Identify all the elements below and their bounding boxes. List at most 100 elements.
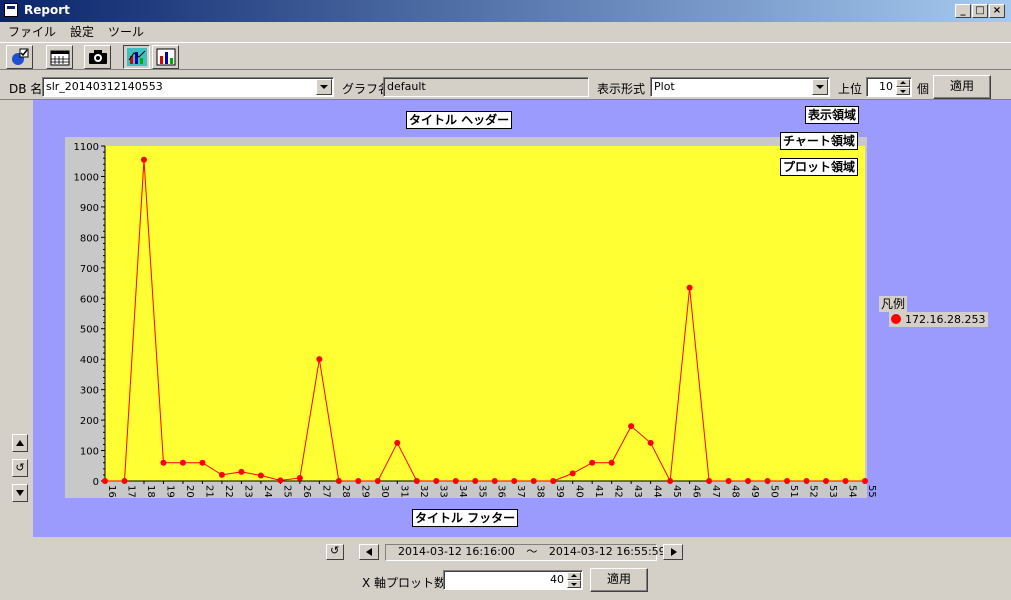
data-point <box>160 459 167 466</box>
spin-down-icon[interactable] <box>567 580 581 588</box>
data-point <box>277 477 284 484</box>
x-tick-label: 47 <box>710 485 721 498</box>
y-tick-label: 400 <box>80 355 99 366</box>
x-plot-count-value: 40 <box>550 573 564 586</box>
x-tick-label: 28 <box>340 485 351 498</box>
x-tick-label: 24 <box>262 485 273 498</box>
plot-background <box>105 146 865 481</box>
x-tick-label: 52 <box>808 485 819 498</box>
x-tick-label: 35 <box>476 485 487 498</box>
data-point <box>257 472 264 479</box>
data-point <box>706 478 713 484</box>
x-tick-label: 55 <box>866 485 877 498</box>
x-tick-label: 42 <box>613 485 624 498</box>
x-tick-label: 49 <box>749 485 760 498</box>
undo-icon: ↺ <box>15 461 25 474</box>
legend-title: 凡例 <box>879 296 908 312</box>
data-point <box>413 478 420 484</box>
data-point <box>745 478 752 484</box>
x-tick-label: 48 <box>730 485 741 498</box>
data-point <box>491 478 498 484</box>
y-tick-label: 1000 <box>74 172 99 183</box>
spin-up-icon[interactable] <box>567 572 581 580</box>
x-tick-label: 17 <box>125 485 136 498</box>
x-plot-apply-button[interactable]: 適用 <box>590 568 648 592</box>
data-point <box>823 478 830 484</box>
legend-series-name: 172.16.28.253 <box>905 313 986 326</box>
data-point <box>316 356 323 363</box>
range-separator: ～ <box>526 545 538 558</box>
data-point <box>140 156 147 163</box>
data-point <box>433 478 440 484</box>
data-point <box>764 478 771 484</box>
reset-zoom-button[interactable]: ↺ <box>12 459 28 477</box>
x-tick-label: 19 <box>164 485 175 498</box>
x-tick-label: 32 <box>418 485 429 498</box>
x-tick-label: 37 <box>515 485 526 498</box>
x-tick-label: 26 <box>301 485 312 498</box>
range-end: 2014-03-12 16:55:59 <box>548 545 666 558</box>
y-tick-label: 100 <box>80 447 99 458</box>
x-tick-label: 25 <box>281 485 292 498</box>
spinner[interactable] <box>567 572 581 588</box>
data-point <box>862 478 868 484</box>
x-tick-label: 51 <box>788 485 799 498</box>
x-tick-label: 20 <box>184 485 195 498</box>
data-point <box>335 478 342 484</box>
x-tick-label: 23 <box>242 485 253 498</box>
data-point <box>394 439 401 446</box>
x-tick-label: 27 <box>320 485 331 498</box>
data-point <box>355 478 362 484</box>
scroll-up-button[interactable] <box>12 434 28 452</box>
legend-entry: 172.16.28.253 <box>889 312 989 327</box>
y-tick-label: 700 <box>80 264 99 275</box>
data-point <box>784 478 791 484</box>
x-tick-label: 33 <box>437 485 448 498</box>
data-point <box>569 470 576 477</box>
x-plot-count-stepper[interactable]: 40 <box>443 570 583 590</box>
x-tick-label: 16 <box>106 485 117 498</box>
data-point <box>530 478 537 484</box>
chart-header-title: タイトル ヘッダー <box>406 111 513 129</box>
data-point <box>628 423 635 430</box>
data-point <box>472 478 479 484</box>
data-point <box>121 478 128 484</box>
data-point <box>608 459 615 466</box>
range-prev-button[interactable] <box>359 544 379 560</box>
y-tick-label: 200 <box>80 416 99 427</box>
time-range-display: 2014-03-12 16:16:00 ～ 2014-03-12 16:55:5… <box>385 544 666 561</box>
scroll-down-button[interactable] <box>12 484 28 502</box>
data-point <box>842 478 849 484</box>
undo-icon: ↺ <box>330 544 340 557</box>
x-tick-label: 44 <box>652 485 663 498</box>
data-point <box>199 459 206 466</box>
x-tick-label: 22 <box>223 485 234 498</box>
data-point <box>218 471 225 478</box>
data-point <box>179 459 186 466</box>
x-tick-label: 43 <box>632 485 643 498</box>
x-tick-label: 31 <box>398 485 409 498</box>
x-tick-label: 45 <box>671 485 682 498</box>
y-tick-label: 500 <box>80 325 99 336</box>
x-tick-label: 53 <box>827 485 838 498</box>
data-point <box>550 478 557 484</box>
x-tick-label: 50 <box>769 485 780 498</box>
range-reset-button[interactable]: ↺ <box>326 544 344 560</box>
x-tick-label: 36 <box>496 485 507 498</box>
chart-footer-title: タイトル フッター <box>412 509 519 527</box>
data-point <box>374 478 381 484</box>
x-tick-label: 40 <box>574 485 585 498</box>
data-point <box>589 459 596 466</box>
data-point <box>667 478 674 484</box>
y-tick-label: 0 <box>93 477 99 488</box>
x-tick-label: 34 <box>457 485 468 498</box>
x-tick-label: 39 <box>554 485 565 498</box>
range-next-button[interactable] <box>663 544 683 560</box>
x-tick-label: 30 <box>379 485 390 498</box>
data-point <box>803 478 810 484</box>
plot-area-label: プロット領域 <box>780 158 859 176</box>
legend-marker <box>891 314 901 324</box>
range-start: 2014-03-12 16:16:00 <box>398 545 515 558</box>
data-point <box>102 478 108 484</box>
data-point <box>296 474 303 481</box>
